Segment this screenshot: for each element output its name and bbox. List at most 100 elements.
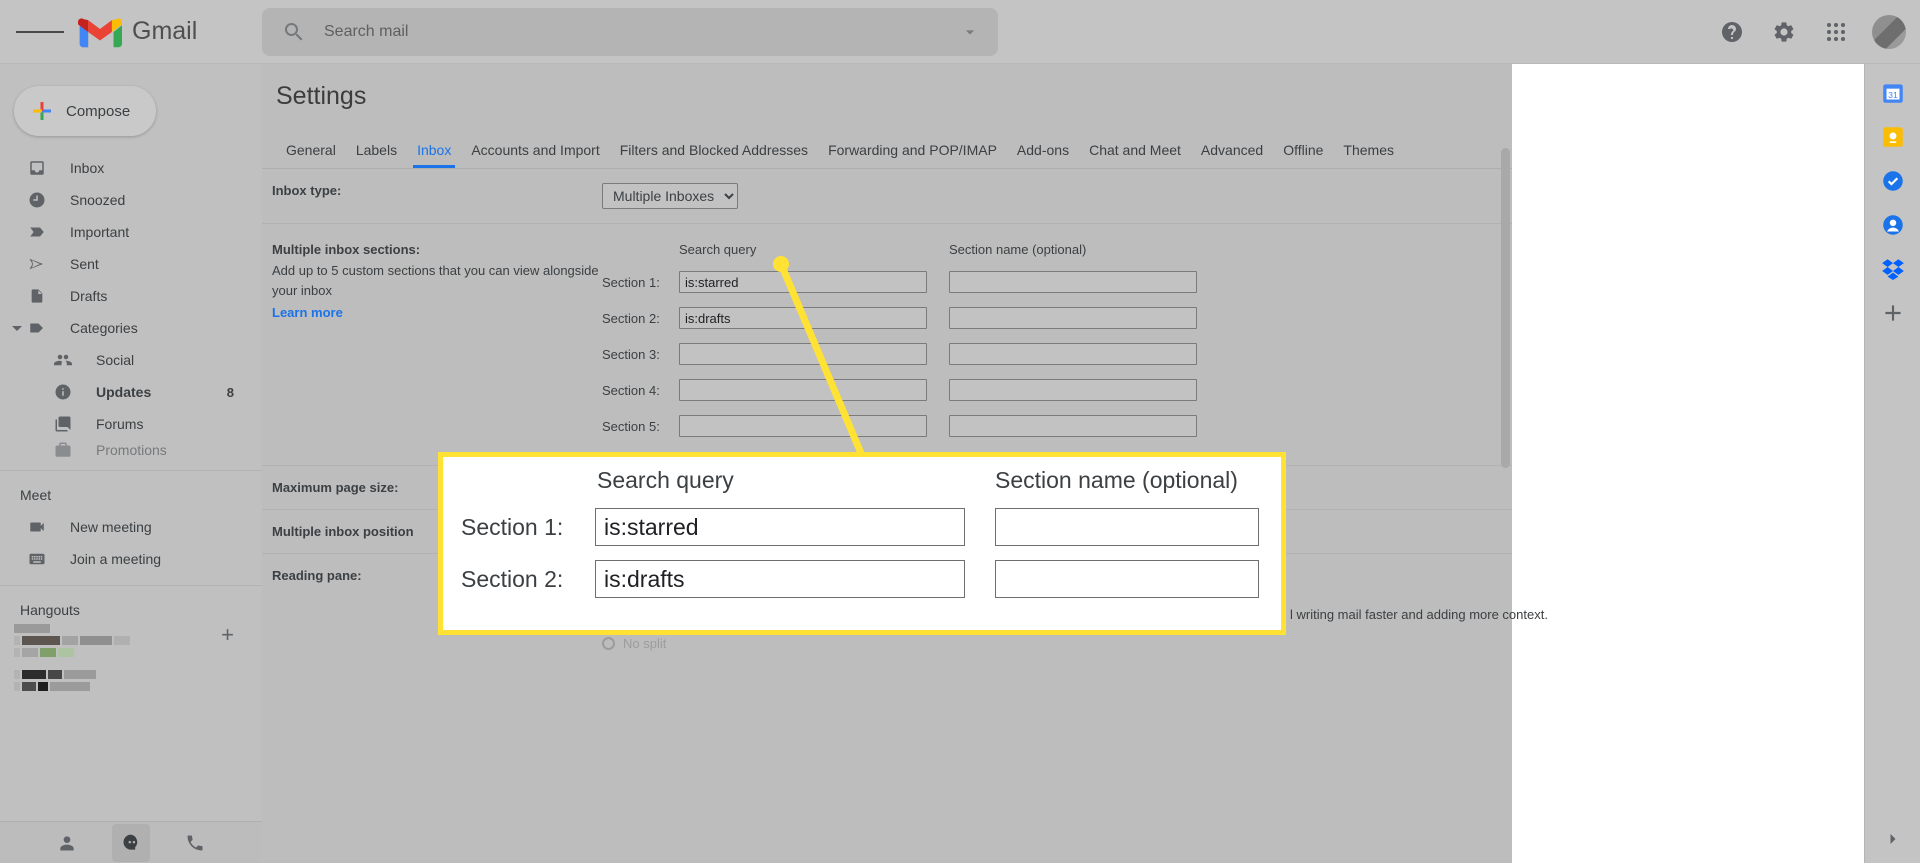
google-keep-icon[interactable] xyxy=(1880,124,1906,150)
avatar[interactable] xyxy=(1872,15,1906,49)
people-icon xyxy=(52,351,74,369)
sidebar-item-inbox[interactable]: Inbox xyxy=(0,152,262,184)
chevron-down-icon[interactable] xyxy=(12,325,22,331)
tab-add-ons[interactable]: Add-ons xyxy=(1007,142,1079,168)
sidebar-item-social[interactable]: Social xyxy=(0,344,262,376)
callout-section-query-input[interactable] xyxy=(595,508,965,546)
sidebar-item-label: Join a meeting xyxy=(70,551,162,567)
search-options-chevron-down-icon[interactable] xyxy=(960,22,980,42)
section-query-input[interactable] xyxy=(679,307,927,329)
callout-section-label: Section 2: xyxy=(461,565,564,592)
hangouts-footer xyxy=(0,821,262,863)
reading-pane-no-split-option[interactable]: No split xyxy=(602,636,1512,651)
svg-text:31: 31 xyxy=(1888,90,1898,100)
sidebar-item-label: Updates xyxy=(96,384,152,400)
compose-label: Compose xyxy=(66,102,131,120)
sections-column-headers: Search query Section name (optional) xyxy=(602,242,1512,257)
video-camera-icon xyxy=(26,518,48,536)
hangouts-contacts-icon[interactable] xyxy=(48,824,86,862)
compose-button[interactable]: Compose xyxy=(14,86,156,136)
tab-accounts-and-import[interactable]: Accounts and Import xyxy=(461,142,609,168)
tab-labels[interactable]: Labels xyxy=(346,142,407,168)
clock-icon xyxy=(26,191,48,209)
zoom-callout: Search query Section name (optional) Sec… xyxy=(438,452,1286,635)
draft-icon xyxy=(26,287,48,305)
learn-more-link[interactable]: Learn more xyxy=(272,305,343,320)
inbox-type-select[interactable]: Multiple Inboxes xyxy=(602,183,738,209)
sidebar-item-new-meeting[interactable]: New meeting xyxy=(0,511,262,543)
search-input[interactable] xyxy=(324,23,960,41)
search-bar[interactable] xyxy=(262,8,998,56)
multiple-inbox-sections-body: Search query Section name (optional) Sec… xyxy=(602,242,1512,451)
label-icon xyxy=(26,319,48,337)
section-name-input[interactable] xyxy=(949,343,1197,365)
hangouts-chat-icon[interactable] xyxy=(112,823,150,862)
section-row: Section 3: xyxy=(602,343,1512,365)
section-query-input[interactable] xyxy=(679,271,927,293)
callout-section-label: Section 1: xyxy=(461,513,564,540)
radio-icon[interactable] xyxy=(602,637,615,650)
google-calendar-icon[interactable]: 31 xyxy=(1880,80,1906,106)
hangouts-phone-icon[interactable] xyxy=(176,824,214,862)
tab-chat-and-meet[interactable]: Chat and Meet xyxy=(1079,142,1191,168)
section-query-input[interactable] xyxy=(679,343,927,365)
meet-section-title: Meet xyxy=(20,487,52,503)
tab-forwarding-and-pop-imap[interactable]: Forwarding and POP/IMAP xyxy=(818,142,1007,168)
sidebar-item-promotions[interactable]: Promotions xyxy=(0,440,262,460)
section-name-input[interactable] xyxy=(949,271,1197,293)
inbox-icon xyxy=(26,159,48,177)
section-name-input[interactable] xyxy=(949,307,1197,329)
google-tasks-icon[interactable] xyxy=(1880,168,1906,194)
section-name-input[interactable] xyxy=(949,415,1197,437)
callout-section-name-input[interactable] xyxy=(995,560,1259,598)
main-menu-icon[interactable] xyxy=(16,8,64,56)
tab-inbox[interactable]: Inbox xyxy=(407,142,461,168)
hangouts-add-icon[interactable]: + xyxy=(221,622,234,648)
tab-general[interactable]: General xyxy=(276,142,346,168)
blurred-contact xyxy=(14,682,262,691)
col-header-search-query: Search query xyxy=(679,242,757,257)
sidebar-item-join-meeting[interactable]: Join a meeting xyxy=(0,543,262,575)
hangouts-section-title: Hangouts xyxy=(20,602,80,618)
expand-side-panel-icon[interactable] xyxy=(1883,829,1903,849)
sidebar-item-label: Forums xyxy=(96,416,144,432)
multiple-inbox-label: Multiple inbox sections: xyxy=(272,242,421,257)
section-query-input[interactable] xyxy=(679,379,927,401)
sidebar-item-label: Drafts xyxy=(70,288,108,304)
reading-pane-desc-right-fragment: l writing mail faster and adding more co… xyxy=(1290,607,1548,622)
promotions-icon xyxy=(52,441,74,459)
gear-icon[interactable] xyxy=(1762,10,1806,54)
callout-section-query-input[interactable] xyxy=(595,560,965,598)
section-name-input[interactable] xyxy=(949,379,1197,401)
tab-filters-and-blocked-addresses[interactable]: Filters and Blocked Addresses xyxy=(610,142,818,168)
sidebar-item-snoozed[interactable]: Snoozed xyxy=(0,184,262,216)
help-icon[interactable] xyxy=(1710,10,1754,54)
section-label: Section 2: xyxy=(602,310,660,326)
tab-advanced[interactable]: Advanced xyxy=(1191,142,1273,168)
sidebar-item-drafts[interactable]: Drafts xyxy=(0,280,262,312)
sidebar-item-label: New meeting xyxy=(70,519,152,535)
sidebar-item-sent[interactable]: Sent xyxy=(0,248,262,280)
section-label: Section 3: xyxy=(602,346,660,362)
sidebar-item-updates[interactable]: Updates 8 xyxy=(0,376,262,408)
callout-section-name-input[interactable] xyxy=(995,508,1259,546)
google-apps-icon[interactable] xyxy=(1814,10,1858,54)
dropbox-icon[interactable] xyxy=(1880,256,1906,282)
sidebar-item-forums[interactable]: Forums xyxy=(0,408,262,440)
section-row: Section 2: xyxy=(602,307,1512,329)
section-query-input[interactable] xyxy=(679,415,927,437)
section-row: Section 5: xyxy=(602,415,1512,437)
sidebar-nav: Inbox Snoozed Important Sent Drafts Cate… xyxy=(0,152,262,460)
gmail-wordmark: Gmail xyxy=(132,17,198,45)
send-icon xyxy=(26,255,48,273)
content-scrollbar[interactable] xyxy=(1501,148,1510,468)
gmail-logo[interactable]: Gmail xyxy=(78,15,197,49)
multiple-inbox-label-block: Multiple inbox sections: Add up to 5 cus… xyxy=(272,242,602,451)
sidebar-item-important[interactable]: Important xyxy=(0,216,262,248)
google-contacts-icon[interactable] xyxy=(1880,212,1906,238)
forum-icon xyxy=(52,415,74,433)
sidebar-item-categories[interactable]: Categories xyxy=(0,312,262,344)
tab-themes[interactable]: Themes xyxy=(1333,142,1404,168)
add-addon-icon[interactable] xyxy=(1880,300,1906,326)
tab-offline[interactable]: Offline xyxy=(1273,142,1333,168)
